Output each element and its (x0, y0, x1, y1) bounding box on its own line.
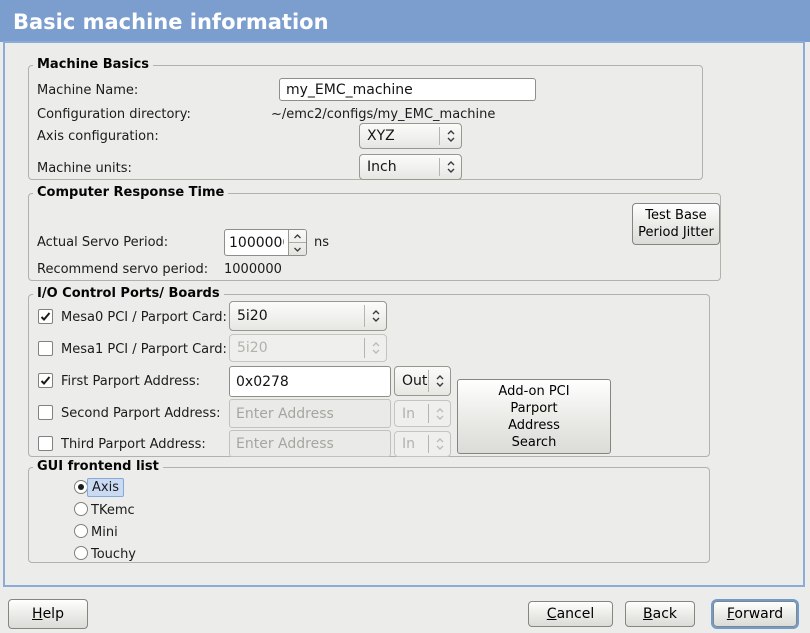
io-ports-legend: I/O Control Ports/ Boards (33, 286, 224, 301)
spin-up-icon[interactable] (289, 230, 306, 243)
axis-config-select[interactable]: XYZ (359, 123, 462, 149)
gui-frontend-legend: GUI frontend list (33, 459, 163, 474)
page-title: Basic machine information (13, 0, 329, 42)
second-parport-checkbox[interactable] (38, 405, 53, 420)
recommend-period-value: 1000000 (224, 262, 282, 277)
machine-units-select[interactable]: Inch (359, 154, 462, 180)
machine-name-input[interactable] (279, 78, 536, 101)
servo-period-spinner[interactable] (224, 229, 307, 256)
first-parport-direction-select[interactable]: Out (394, 366, 451, 396)
response-time-group: Computer Response Time Test Base Period … (28, 193, 721, 281)
check-icon (40, 311, 51, 322)
mesa1-checkbox[interactable] (38, 341, 53, 356)
third-parport-checkbox[interactable] (38, 436, 53, 451)
radio-touchy[interactable] (74, 546, 88, 560)
cancel-button[interactable]: Cancel (528, 601, 613, 627)
response-time-legend: Computer Response Time (33, 185, 228, 200)
addon-pci-parport-search-button[interactable]: Add-on PCI Parport Address Search (457, 379, 611, 454)
chevron-up-down-icon (429, 373, 450, 389)
io-ports-group: I/O Control Ports/ Boards Mesa0 PCI / Pa… (28, 294, 710, 457)
radio-tkemc-label[interactable]: TKemc (91, 503, 135, 518)
mesa0-checkbox[interactable] (38, 309, 53, 324)
first-parport-address-input[interactable] (229, 366, 391, 397)
forward-button[interactable]: Forward (713, 601, 797, 627)
second-parport-address-input (229, 399, 391, 428)
axis-config-label: Axis configuration: (37, 129, 159, 144)
machine-name-label: Machine Name: (37, 83, 138, 98)
first-parport-checkbox[interactable] (38, 373, 53, 388)
chevron-up-down-icon (429, 436, 450, 452)
check-icon (40, 375, 51, 386)
wizard-window: Basic machine information Machine Basics… (0, 0, 810, 633)
radio-tkemc[interactable] (74, 502, 88, 516)
machine-basics-legend: Machine Basics (33, 57, 153, 72)
radio-mini[interactable] (74, 524, 88, 538)
mesa1-card-select: 5i20 (229, 334, 387, 362)
mesa0-label: Mesa0 PCI / Parport Card: (61, 310, 227, 325)
machine-basics-group: Machine Basics Machine Name: Configurati… (28, 65, 703, 180)
third-parport-address-input (229, 430, 391, 457)
radio-axis[interactable] (74, 480, 88, 494)
first-parport-label: First Parport Address: (61, 374, 200, 389)
test-base-period-jitter-button[interactable]: Test Base Period Jitter (632, 203, 720, 245)
spin-down-icon[interactable] (289, 243, 306, 255)
chevron-up-down-icon (365, 340, 386, 356)
third-parport-label: Third Parport Address: (61, 437, 206, 452)
radio-mini-label[interactable]: Mini (91, 525, 118, 540)
config-dir-value: ~/emc2/configs/my_EMC_machine (271, 107, 495, 122)
chevron-up-down-icon (429, 406, 450, 422)
third-parport-direction-select: In (394, 431, 451, 457)
recommend-period-label: Recommend servo period: (37, 262, 208, 277)
gui-frontend-group: GUI frontend list Axis TKemc Mini Touchy (28, 467, 710, 563)
machine-units-label: Machine units: (37, 161, 132, 176)
config-dir-label: Configuration directory: (37, 107, 191, 122)
back-button[interactable]: Back (625, 601, 695, 627)
second-parport-label: Second Parport Address: (61, 406, 220, 421)
servo-period-input[interactable] (225, 230, 288, 255)
servo-period-label: Actual Servo Period: (37, 235, 168, 250)
chevron-up-down-icon (365, 308, 386, 324)
mesa0-card-select[interactable]: 5i20 (229, 301, 387, 331)
help-button[interactable]: Help (8, 599, 88, 629)
mesa1-label: Mesa1 PCI / Parport Card: (61, 342, 227, 357)
title-bar: Basic machine information (0, 0, 810, 42)
radio-axis-label[interactable]: Axis (87, 478, 124, 497)
chevron-up-down-icon (440, 128, 461, 144)
radio-touchy-label[interactable]: Touchy (91, 547, 136, 562)
axis-config-selected-value: XYZ (360, 128, 439, 144)
second-parport-direction-select: In (394, 400, 451, 427)
chevron-up-down-icon (440, 159, 461, 175)
machine-units-selected-value: Inch (360, 159, 439, 175)
servo-period-unit: ns (314, 235, 329, 250)
